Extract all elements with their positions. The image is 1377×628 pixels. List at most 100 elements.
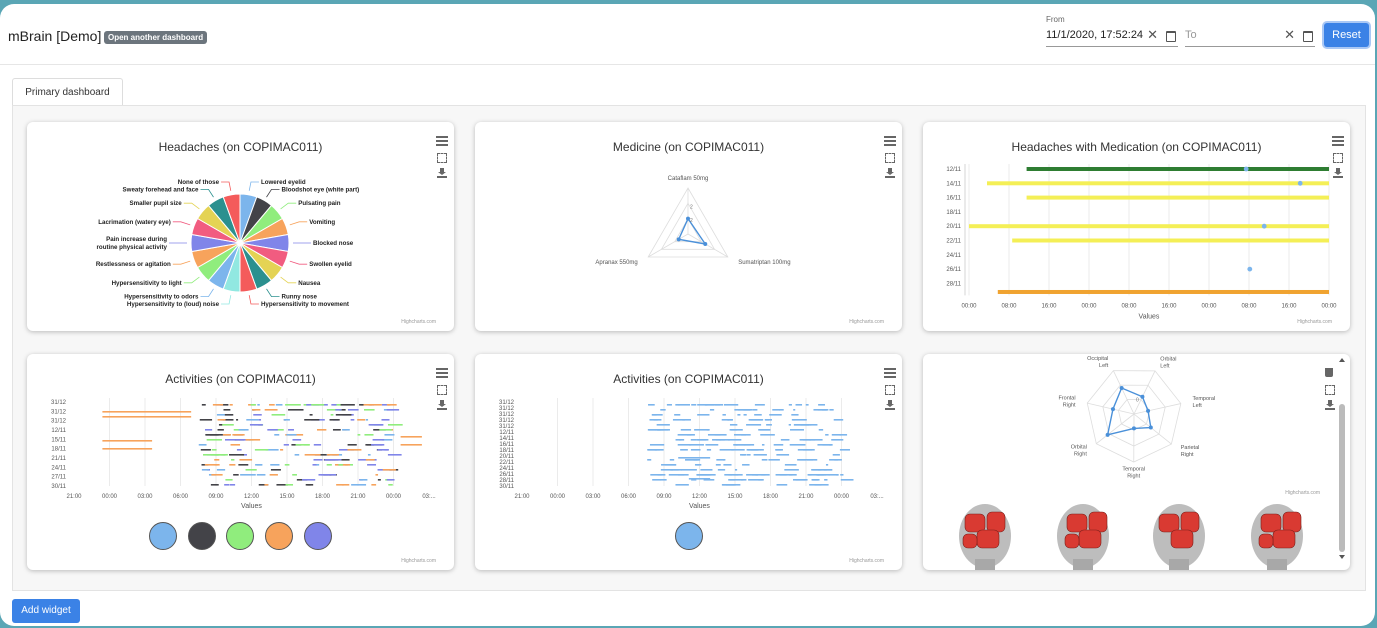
activity-segment (331, 404, 337, 406)
activity-walking-icon[interactable] (188, 522, 216, 550)
activity-segment (795, 479, 808, 481)
activity-segment (357, 434, 361, 436)
head-illustration (1169, 559, 1189, 570)
activity-segment (764, 419, 769, 421)
activity-segment (832, 454, 840, 456)
clear-to-icon[interactable]: ✕ (1284, 24, 1295, 46)
radar-spoke (1096, 413, 1135, 445)
activity-segment (379, 429, 393, 431)
activity-segment (270, 469, 281, 471)
activity-segment (825, 464, 829, 466)
y-tick-label: 22/11 (946, 239, 961, 245)
activity-segment (808, 424, 818, 426)
activity-segment (737, 414, 741, 416)
y-tick-label: 18/11 (51, 447, 66, 453)
x-tick-label: 00:00 (961, 303, 977, 309)
activity-segment (823, 469, 833, 471)
add-widget-button[interactable]: Add widget (12, 599, 80, 623)
pie-label: Restlessness or agitation (96, 261, 171, 268)
activity-segment (257, 464, 263, 466)
y-tick-label: 31/12 (51, 419, 67, 425)
activity-segment (285, 484, 294, 486)
y-tick-label: 31/12 (51, 400, 67, 406)
activity-segment (201, 404, 206, 406)
activity-segment (360, 479, 368, 481)
activity-segment (649, 444, 665, 446)
activity-segment (316, 429, 327, 431)
y-tick-label: 30/11 (51, 484, 66, 490)
x-tick-label: 03:... (422, 494, 436, 500)
activity-segment (365, 459, 375, 461)
activity-segment (828, 474, 839, 476)
tab-primary-dashboard[interactable]: Primary dashboard (12, 78, 123, 107)
activity-lying-icon[interactable] (265, 522, 293, 550)
calendar-icon[interactable] (1303, 31, 1313, 42)
activity-segment (368, 424, 384, 426)
radar-spoke (1133, 403, 1181, 415)
activity-segment (224, 484, 230, 486)
pie-label: Hypersensitivity to movement (261, 301, 349, 308)
widget-scrollbar[interactable] (1338, 356, 1346, 561)
activity-segment (199, 419, 213, 421)
radar-category-label: Occipital (1087, 356, 1108, 362)
activity-segment (102, 416, 192, 418)
activity-segment (797, 449, 813, 451)
scroll-down-icon[interactable] (1339, 555, 1345, 559)
activity-segment (722, 459, 726, 461)
activity-segment (382, 469, 396, 471)
activity-segment (746, 424, 762, 426)
x-tick-label: 06:00 (621, 494, 637, 500)
calendar-icon[interactable] (1166, 31, 1176, 42)
to-date-input[interactable]: To ✕ (1185, 24, 1315, 47)
activity-segment (691, 404, 697, 406)
activity-segment (825, 434, 829, 436)
x-tick-label: 21:00 (350, 494, 366, 500)
activity-sitting-icon[interactable] (149, 522, 177, 550)
activity-segment (661, 464, 676, 466)
reset-button[interactable]: Reset (1324, 23, 1369, 47)
activity-segment (766, 424, 772, 426)
head-illustration (1267, 559, 1287, 570)
activity-segment (680, 449, 688, 451)
y-tick-label: 26/11 (946, 267, 961, 273)
activity-segment (722, 414, 726, 416)
activity-segment (652, 414, 663, 416)
radar-spoke (1133, 370, 1156, 415)
activity-segment (681, 469, 697, 471)
activity-segment (347, 409, 359, 411)
x-tick-label: 00:00 (1321, 303, 1337, 309)
y-tick-label: 12/11 (946, 167, 961, 173)
activity-segment (304, 419, 320, 421)
activity-segment (728, 479, 744, 481)
activity-segment (822, 444, 832, 446)
top-bar: mBrain [Demo] Open another dashboard Fro… (0, 4, 1375, 65)
activity-segment (656, 424, 670, 426)
pain-zone (1064, 533, 1080, 549)
x-tick-label: 03:... (870, 494, 884, 500)
radar-category-label: Sumatriptan 100mg (738, 260, 790, 266)
activity-segment (714, 434, 727, 436)
activity-segment (788, 404, 792, 406)
from-date-input[interactable]: 11/1/2020, 17:52:24 ✕ (1046, 24, 1178, 47)
activity-segment (340, 404, 355, 406)
activity-segment (784, 464, 797, 466)
activity-segment (364, 409, 375, 411)
open-dashboard-badge[interactable]: Open another dashboard (104, 31, 208, 44)
timeline-bar (1012, 238, 1329, 243)
clear-from-icon[interactable]: ✕ (1147, 24, 1158, 46)
activity-segment (793, 409, 796, 411)
y-tick-label: 14/11 (946, 181, 961, 187)
activity-sitting-icon[interactable] (675, 522, 703, 550)
activity-segment (377, 479, 381, 481)
pain-zone (1158, 513, 1180, 533)
pie-label: Lacrimation (watery eye) (98, 219, 171, 226)
pie-label: Sweaty forehead and face (123, 186, 200, 193)
x-tick-label: 08:00 (1001, 303, 1017, 309)
scroll-thumb[interactable] (1339, 404, 1345, 552)
activity-driving-icon[interactable] (304, 522, 332, 550)
scroll-up-icon[interactable] (1339, 358, 1345, 362)
activity-segment (833, 419, 844, 421)
pain-zone (1066, 513, 1088, 533)
radar-category-label: Apranax 550mg (595, 260, 637, 266)
activity-standing-icon[interactable] (226, 522, 254, 550)
